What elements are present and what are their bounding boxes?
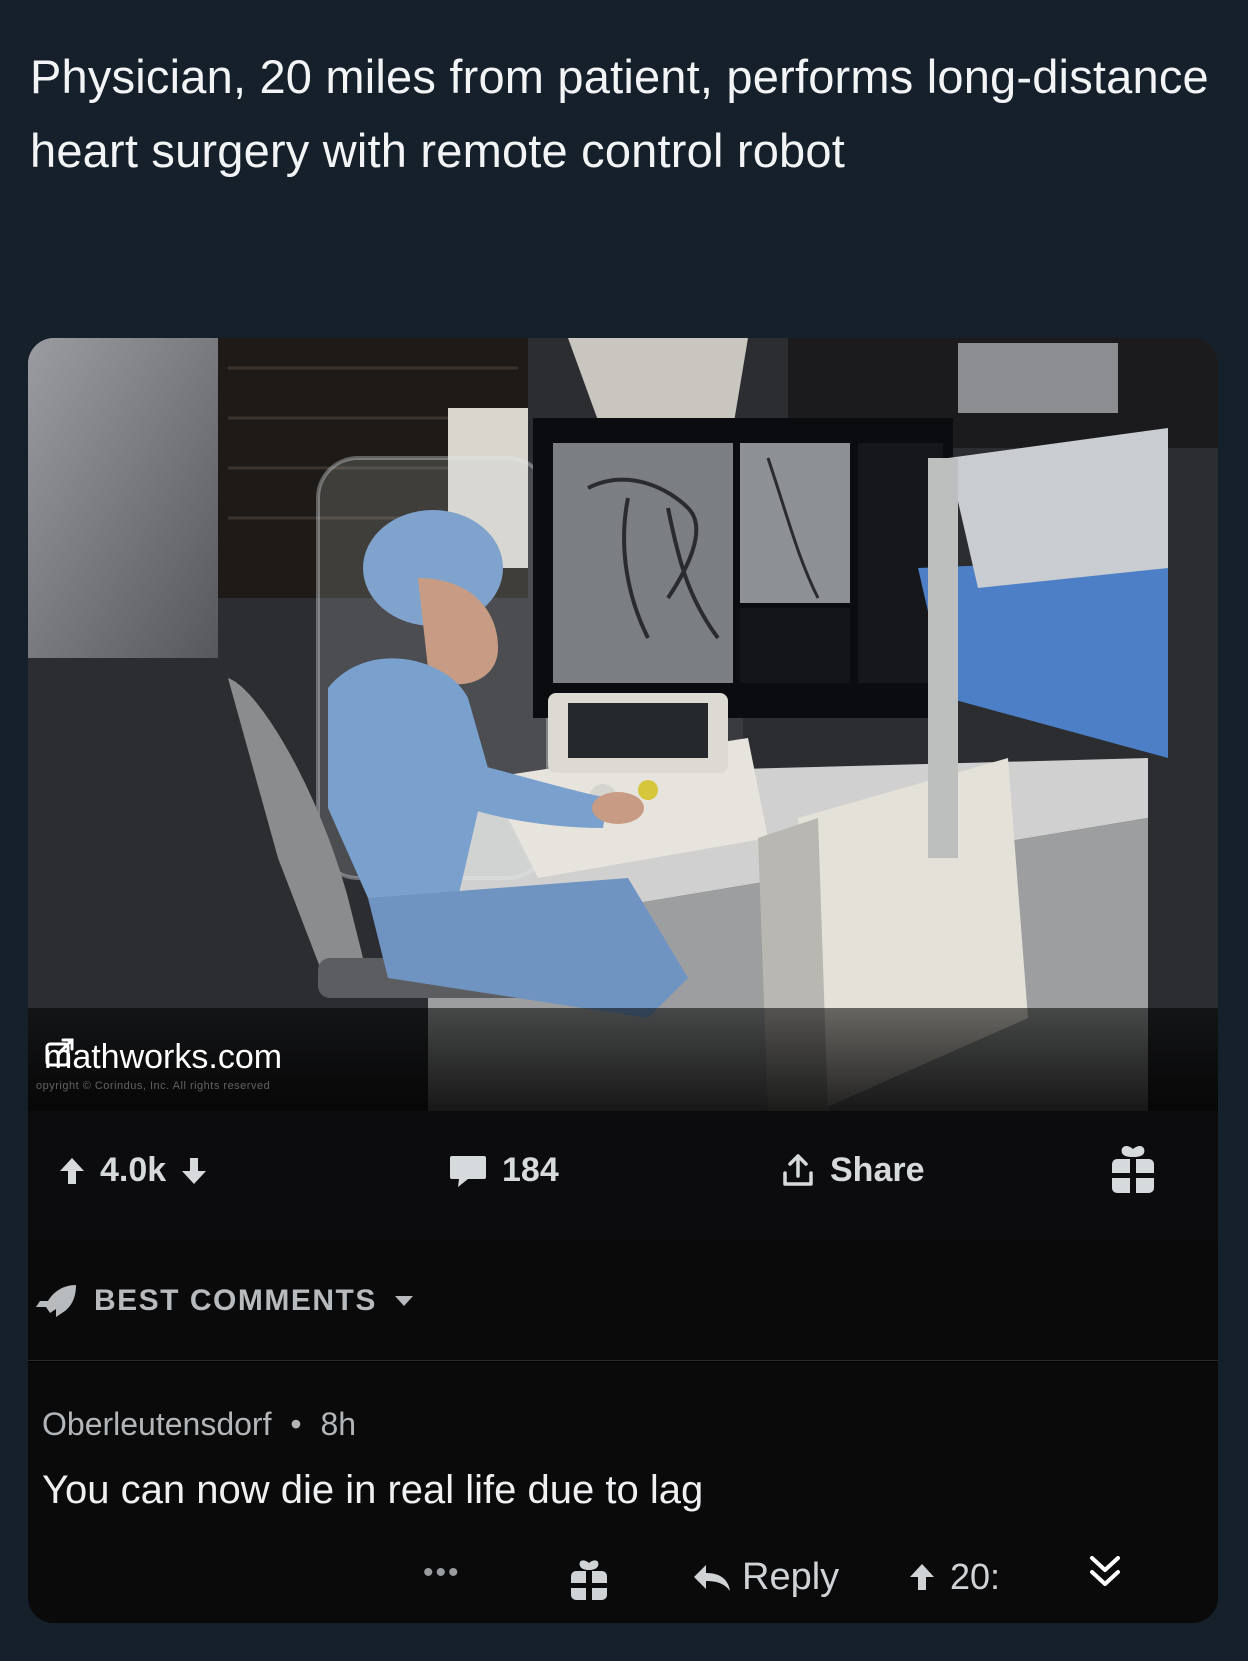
meta-separator: • [290,1406,302,1442]
comment-actions: ••• Reply 20: [28,1548,1218,1608]
share-label: Share [830,1151,925,1189]
source-domain[interactable]: mathworks.com [44,1038,282,1077]
photo-copyright: opyright © Corindus, Inc. All rights res… [36,1080,271,1092]
comment-vote-group: 20: [908,1556,1000,1598]
vote-group: 4.0k [58,1151,208,1190]
rocket-icon [36,1285,76,1317]
comment-count: 184 [502,1151,559,1189]
upvote-arrow-icon[interactable] [908,1562,936,1592]
reply-label: Reply [742,1556,840,1598]
caret-down-icon [394,1296,413,1306]
upvote-arrow-icon[interactable] [58,1156,86,1186]
surgery-photo[interactable]: mathworks.com opyright © Corindus, Inc. … [28,338,1218,1111]
share-button[interactable]: Share [780,1151,925,1190]
comment-bubble-icon [450,1155,486,1187]
comments-button[interactable]: 184 [448,1151,559,1190]
reply-arrow-icon [694,1564,730,1591]
tweet-text: Physician, 20 miles from patient, perfor… [30,50,1209,177]
share-icon [783,1153,813,1186]
double-chevron-down-icon[interactable] [1088,1554,1122,1594]
comment-meta: Oberleutensdorf • 8h [42,1406,356,1443]
external-link-icon[interactable] [44,1038,74,1068]
comment-sort-bar: BEST COMMENTS [28,1241,1218,1361]
post-action-bar: 4.0k 184 Share [28,1111,1218,1241]
downvote-arrow-icon[interactable] [180,1156,208,1186]
more-options-button[interactable]: ••• [423,1556,461,1590]
comment-body: You can now die in real life due to lag [42,1468,704,1512]
comment: Oberleutensdorf • 8h You can now die in … [28,1362,1218,1623]
award-button[interactable] [1108,1143,1158,1197]
upvote-count: 4.0k [100,1151,167,1189]
photo-illustration [28,338,1218,1111]
comment-age: 8h [320,1406,357,1442]
reply-button[interactable]: Reply [692,1556,839,1599]
sort-dropdown[interactable]: BEST COMMENTS [36,1283,415,1319]
sort-label: BEST COMMENTS [94,1284,377,1317]
comment-score: 20: [950,1556,1001,1597]
comment-author[interactable]: Oberleutensdorf [42,1406,271,1442]
reddit-screenshot-card[interactable]: mathworks.com opyright © Corindus, Inc. … [28,338,1218,1623]
source-link[interactable]: mathworks.com [44,1038,282,1077]
gift-award-icon[interactable] [568,1558,610,1602]
gift-award-icon [1112,1146,1154,1193]
